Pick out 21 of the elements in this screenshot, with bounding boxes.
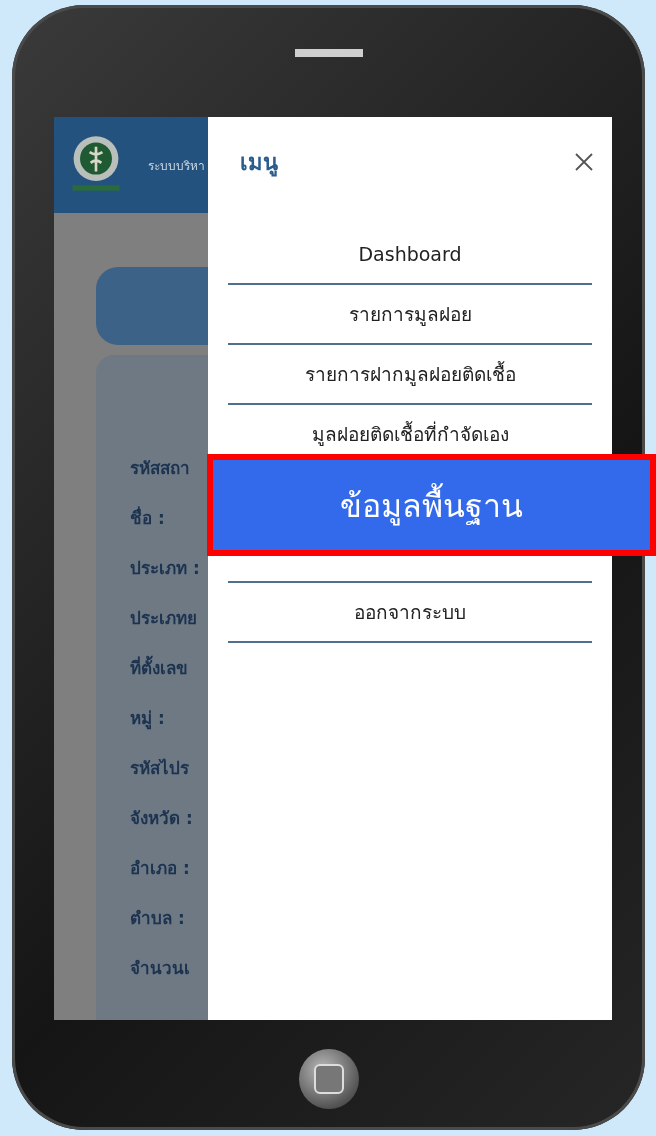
field-label: จำนวนเ bbox=[130, 957, 190, 980]
field-label: จังหวัด : bbox=[130, 807, 193, 830]
system-title: ระบบบริหา bbox=[148, 157, 205, 175]
highlighted-menu-item[interactable]: ข้อมูลพื้นฐาน bbox=[207, 454, 656, 556]
field-label: อำเภอ : bbox=[130, 857, 190, 880]
field-label: ชื่อ : bbox=[130, 505, 165, 530]
field-label: รหัสสถา bbox=[130, 457, 190, 480]
field-label: หมู่ : bbox=[130, 707, 165, 732]
field-label: ประเภทย bbox=[130, 607, 197, 630]
field-label: ตำบล : bbox=[130, 907, 185, 930]
menu-title: เมนู bbox=[240, 148, 278, 179]
close-icon[interactable] bbox=[574, 152, 594, 172]
menu-item[interactable]: รายการมูลฝอย bbox=[348, 299, 472, 329]
field-label: รหัสไปร bbox=[130, 757, 189, 780]
menu-item[interactable]: มูลฝอยติดเชื้อที่กำจัดเอง bbox=[311, 419, 509, 449]
field-label: ประเภท : bbox=[130, 557, 200, 580]
field-label: ที่ตั้งเลข bbox=[130, 653, 188, 683]
speaker-slot bbox=[294, 49, 363, 57]
menu-item[interactable]: รายการฝากมูลฝอยติดเชื้อ bbox=[304, 359, 516, 389]
menu-item[interactable]: Dashboard bbox=[358, 243, 462, 265]
menu-item[interactable]: ออกจากระบบ bbox=[354, 597, 466, 627]
